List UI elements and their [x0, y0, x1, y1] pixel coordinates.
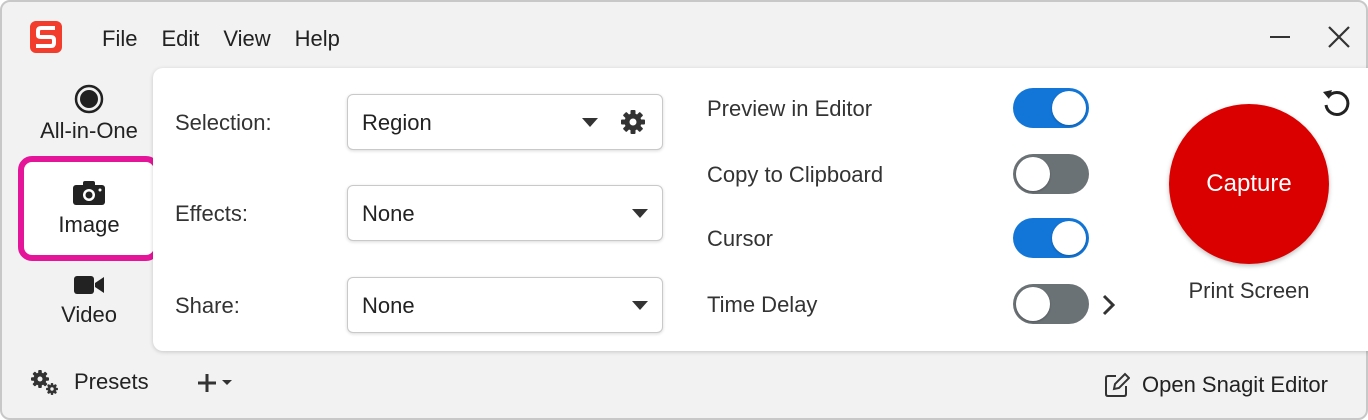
menu-file[interactable]: File — [102, 24, 137, 54]
gears-icon — [31, 370, 58, 395]
open-snagit-editor-button[interactable]: Open Snagit Editor — [1104, 372, 1328, 398]
menu-edit[interactable]: Edit — [161, 24, 199, 54]
close-icon[interactable] — [1322, 20, 1356, 54]
plus-icon — [198, 374, 216, 392]
chevron-right-icon[interactable] — [1099, 292, 1119, 318]
presets-label: Presets — [74, 369, 149, 394]
add-preset-button[interactable] — [196, 372, 234, 394]
preview-in-editor-label: Preview in Editor — [707, 96, 873, 121]
capture-hotkey: Print Screen — [1188, 278, 1310, 303]
mode-tab-image[interactable]: Image — [18, 156, 160, 261]
menu-bar: File Edit View Help — [102, 24, 364, 54]
open-snagit-editor-label: Open Snagit Editor — [1142, 372, 1328, 397]
share-label: Share: — [175, 293, 240, 318]
camera-icon — [73, 180, 105, 205]
mode-tab-video[interactable]: Video — [18, 274, 160, 340]
share-value: None — [362, 293, 415, 318]
capture-button[interactable]: Capture — [1169, 104, 1329, 264]
time-delay-toggle[interactable] — [1013, 284, 1089, 324]
capture-button-label: Capture — [1206, 170, 1292, 197]
toggle-knob — [1052, 91, 1086, 125]
snagit-capture-window: File Edit View Help All-in-One Image Vid… — [0, 0, 1368, 420]
selection-dropdown[interactable]: Region — [347, 94, 663, 150]
share-dropdown[interactable]: None — [347, 277, 663, 333]
copy-to-clipboard-toggle[interactable] — [1013, 154, 1089, 194]
effects-dropdown[interactable]: None — [347, 185, 663, 241]
capture-settings-panel: Selection: Region Effects: None Share: N… — [153, 68, 1368, 351]
toggle-knob — [1052, 221, 1086, 255]
edit-icon — [1105, 372, 1130, 397]
menu-view[interactable]: View — [223, 24, 270, 54]
mode-tab-label: Image — [58, 211, 120, 237]
cursor-label: Cursor — [707, 226, 774, 251]
chevron-down-icon — [582, 118, 598, 127]
selection-label: Selection: — [175, 110, 272, 135]
toggle-knob — [1016, 287, 1050, 321]
snagit-logo-icon — [30, 21, 62, 53]
toggle-knob — [1016, 157, 1050, 191]
preview-in-editor-toggle[interactable] — [1013, 88, 1089, 128]
copy-to-clipboard-label: Copy to Clipboard — [707, 162, 884, 187]
mode-tab-label: All-in-One — [40, 118, 138, 143]
video-camera-icon — [74, 276, 104, 294]
time-delay-label: Time Delay — [707, 292, 818, 317]
chevron-down-icon — [222, 380, 232, 385]
effects-label: Effects: — [175, 201, 248, 226]
record-icon — [74, 84, 104, 114]
mode-tab-label: Video — [61, 302, 117, 327]
cursor-toggle[interactable] — [1013, 218, 1089, 258]
mode-tab-all-in-one[interactable]: All-in-One — [18, 84, 160, 152]
menu-help[interactable]: Help — [295, 24, 340, 54]
chevron-down-icon — [632, 301, 648, 310]
chevron-down-icon — [632, 209, 648, 218]
effects-value: None — [362, 201, 415, 226]
minimize-icon[interactable] — [1264, 20, 1298, 54]
reset-icon[interactable] — [1319, 86, 1353, 120]
gear-icon[interactable] — [620, 109, 646, 135]
selection-value: Region — [362, 110, 432, 135]
presets-button[interactable]: Presets — [30, 368, 149, 396]
